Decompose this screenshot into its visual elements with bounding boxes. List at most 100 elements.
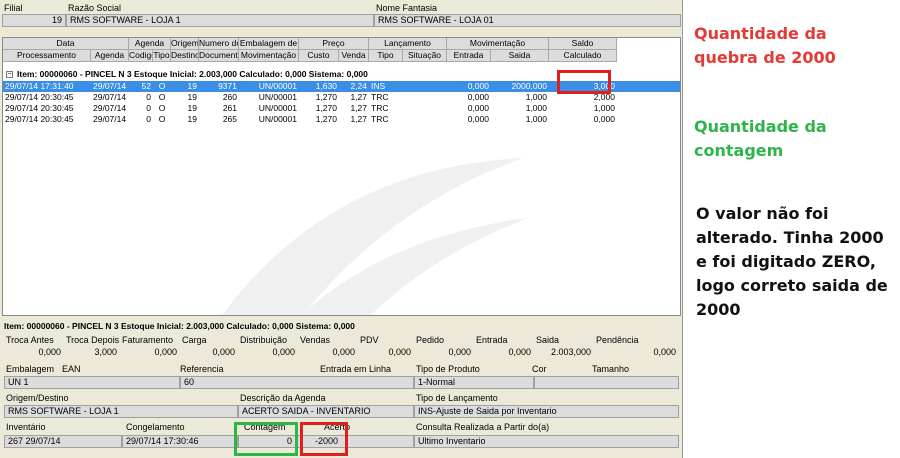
group-header: Data: [3, 38, 129, 50]
origem-destino-field[interactable]: RMS SOFTWARE - LOJA 1: [4, 405, 238, 418]
column-header[interactable]: Documento: [199, 50, 239, 62]
column-header[interactable]: Venda: [339, 50, 369, 62]
table-cell: [403, 92, 447, 103]
table-cell: 1,270: [315, 92, 337, 102]
table-row[interactable]: 29/07/14 20:30:45 29/07/14 0 O 19 265 UN/00001…: [3, 114, 680, 125]
column-header[interactable]: Tipo: [153, 50, 171, 62]
table-cell: 9371: [218, 81, 237, 91]
table-cell: 2000,000: [511, 81, 547, 91]
stat-label: PDV: [360, 335, 379, 345]
black-note-line: logo correto saida de: [696, 276, 888, 295]
table-cell: [403, 81, 447, 92]
table-cell: 29/07/14 20:30:45: [5, 92, 74, 102]
table-cell: 29/07/14: [93, 92, 127, 102]
table-cell: [403, 114, 447, 125]
stat-value: 0,000: [414, 347, 474, 360]
nome-fantasia-label: Nome Fantasia: [376, 3, 438, 13]
table-cell: UN/00001: [258, 103, 297, 113]
table-cell: 29/07/14: [93, 114, 127, 124]
column-header[interactable]: Saida: [491, 50, 549, 62]
green-note-line: Quantidade da: [694, 117, 827, 136]
table-cell: 1,630: [315, 81, 337, 91]
stat-value: 0,000: [238, 347, 298, 360]
saida-highlight-box: [557, 70, 611, 94]
embalagem-field[interactable]: UN 1: [4, 376, 180, 389]
group-header: Numero do: [199, 38, 239, 50]
table-cell: [403, 103, 447, 114]
stat-value: 0,000: [4, 347, 64, 360]
item-tree-label: Item: 00000060 - PINCEL N 3 Estoque Inic…: [17, 69, 368, 79]
column-header[interactable]: Entrada: [447, 50, 491, 62]
stat-label: Troca Antes: [6, 335, 54, 345]
black-note-line: alterado. Tinha 2000: [696, 228, 884, 247]
tipo-produto-field[interactable]: 1-Normal: [414, 376, 534, 389]
table-cell: 0,000: [593, 114, 615, 124]
table-cell: O: [158, 81, 166, 91]
inventario-field[interactable]: 267 29/07/14: [4, 435, 122, 448]
stat-label: Distribuição: [240, 335, 288, 345]
nome-fantasia-field[interactable]: RMS SOFTWARE - LOJA 01: [374, 14, 681, 27]
stat-value: 3,000: [64, 347, 120, 360]
table-cell: 1,270: [315, 103, 337, 113]
column-header[interactable]: Processamento: [3, 50, 91, 62]
stat-label: Pendência: [596, 335, 639, 345]
table-cell: 19: [187, 114, 197, 124]
column-header[interactable]: Agenda: [91, 50, 129, 62]
razao-social-label: Razão Social: [68, 3, 122, 13]
column-header[interactable]: Codigo: [129, 50, 153, 62]
column-header[interactable]: Destino: [171, 50, 199, 62]
table-cell: 1,27: [350, 114, 367, 124]
collapse-toggle-icon[interactable]: −: [6, 71, 13, 78]
group-header: Saldo: [549, 38, 617, 50]
table-cell: 19: [187, 103, 197, 113]
razao-social-field[interactable]: RMS SOFTWARE - LOJA 1: [66, 14, 374, 27]
referencia-field[interactable]: 60: [180, 376, 414, 389]
table-cell: 0,000: [467, 103, 489, 113]
descricao-agenda-label: Descrição da Agenda: [240, 393, 326, 403]
table-cell: 2,24: [350, 81, 367, 91]
table-cell: 29/07/14 17:31:40: [5, 81, 74, 91]
table-cell: 265: [222, 114, 237, 124]
embalagem-label: Embalagem: [6, 364, 55, 374]
table-row[interactable]: 29/07/14 20:30:45 29/07/14 0 O 19 261 UN/00001…: [3, 103, 680, 114]
entrada-linha-label: Entrada em Linha: [320, 364, 392, 374]
table-cell: 0,000: [467, 114, 489, 124]
acerto-highlight-box: [300, 422, 348, 456]
column-header[interactable]: Situação: [403, 50, 447, 62]
group-header: Agenda: [129, 38, 171, 50]
table-cell: 19: [187, 81, 197, 91]
congelamento-field[interactable]: 29/07/14 17:30:46: [122, 435, 238, 448]
table-cell: TRC: [371, 114, 389, 124]
table-cell: 29/07/14 20:30:45: [5, 103, 74, 113]
descricao-agenda-field[interactable]: ACERTO SAIDA - INVENTARIO: [238, 405, 414, 418]
tipo-lancamento-field[interactable]: INS-Ajuste de Saida por Inventario: [414, 405, 679, 418]
column-header[interactable]: Movimentação: [239, 50, 299, 62]
black-note-line: e foi digitado ZERO,: [696, 252, 876, 271]
origem-destino-label: Origem/Destino: [6, 393, 69, 403]
group-header: Movimentação: [447, 38, 549, 50]
red-note-line: Quantidade da: [694, 24, 827, 43]
table-cell: TRC: [371, 92, 389, 102]
contagem-highlight-box: [234, 422, 298, 456]
green-note-line: contagem: [694, 141, 784, 160]
inventario-label: Inventário: [6, 422, 46, 432]
detail-summary: Item: 00000060 - PINCEL N 3 Estoque Inic…: [4, 321, 355, 331]
table-cell: O: [158, 114, 166, 124]
table-cell: TRC: [371, 103, 389, 113]
stat-label: Entrada: [476, 335, 508, 345]
ean-label: EAN: [62, 364, 81, 374]
cor-tamanho-field[interactable]: [534, 376, 679, 389]
consulta-field[interactable]: Ultimo Inventario: [414, 435, 679, 448]
black-annotation: O valor não foi alterado. Tinha 2000 e f…: [696, 202, 888, 322]
tipo-lancamento-label: Tipo de Lançamento: [416, 393, 498, 403]
tipo-produto-label: Tipo de Produto: [416, 364, 480, 374]
column-header[interactable]: Custo: [299, 50, 339, 62]
table-cell: 1,000: [525, 92, 547, 102]
stat-value: 0,000: [120, 347, 180, 360]
stat-label: Carga: [182, 335, 207, 345]
column-header[interactable]: Tipo: [369, 50, 403, 62]
column-header[interactable]: Calculado: [549, 50, 617, 62]
group-header: Preço: [299, 38, 369, 50]
logo-watermark: [222, 158, 528, 315]
filial-field[interactable]: 19: [2, 14, 66, 27]
